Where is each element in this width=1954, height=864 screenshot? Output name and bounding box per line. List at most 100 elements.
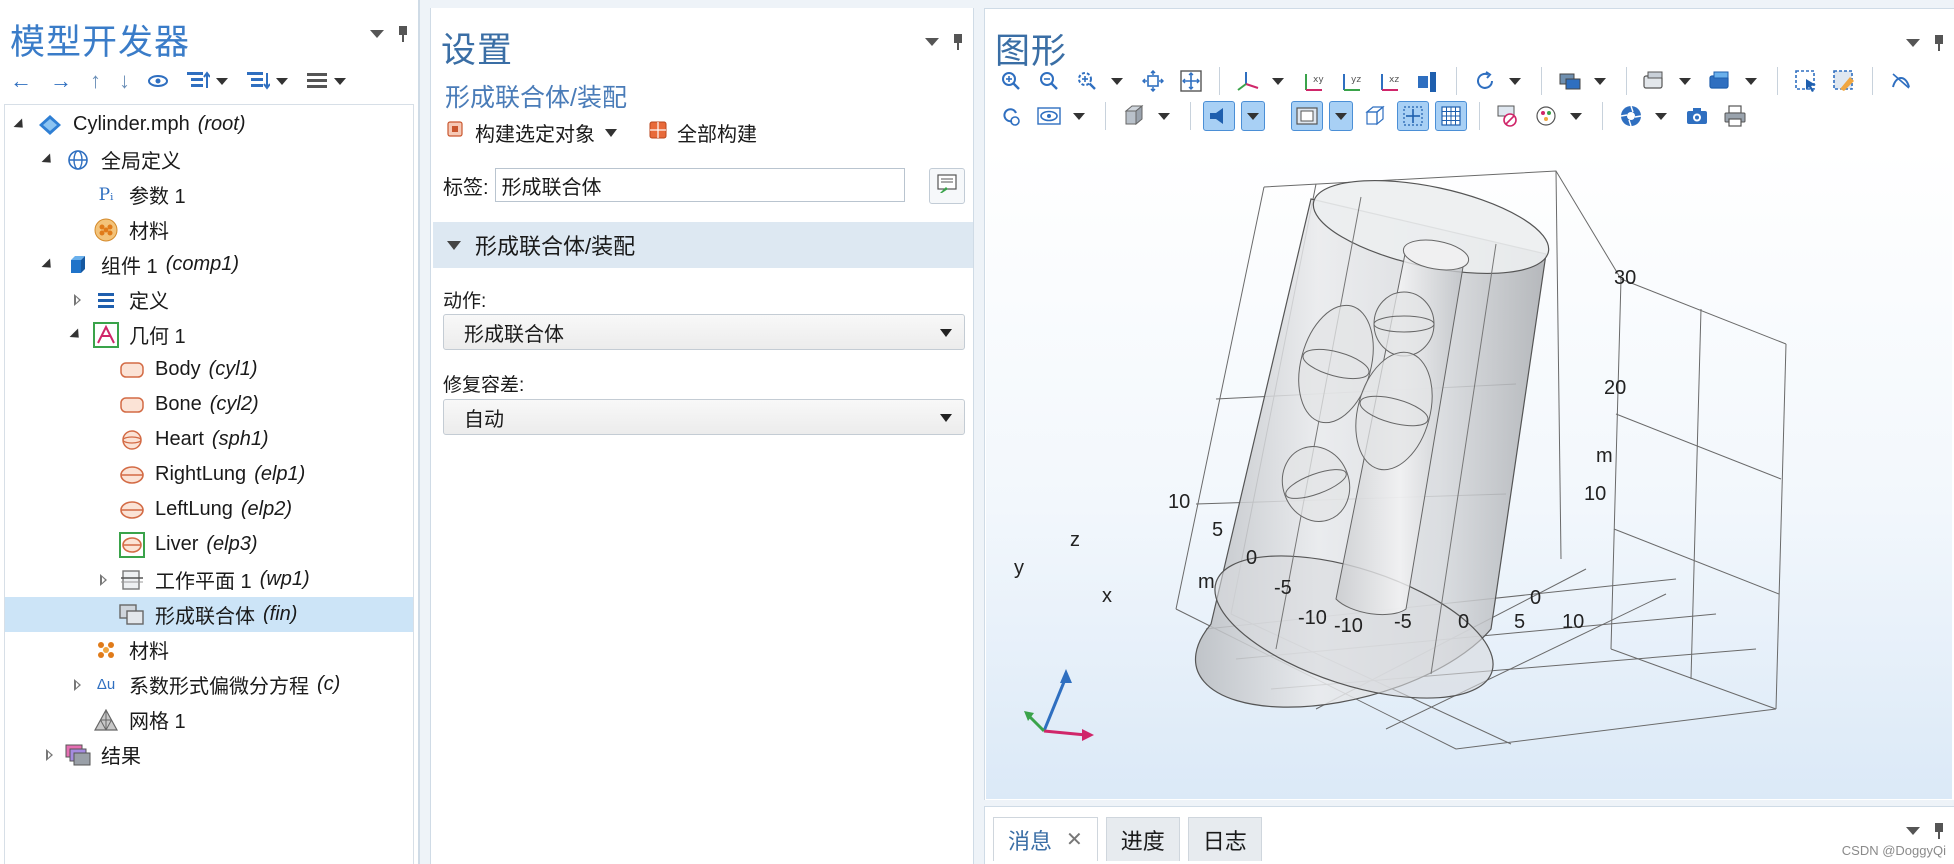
zoom-to-fit-icon[interactable] bbox=[1175, 66, 1207, 96]
graphics-viewport[interactable]: z y x -10 -5 0 5 10 10 5 0 -5 -10 m 30 2… bbox=[986, 149, 1952, 799]
tree-node-results[interactable]: 结果 bbox=[5, 737, 413, 772]
tree-node-geometry[interactable]: 几何 1 bbox=[5, 317, 413, 352]
tree-node-component-materials[interactable]: 材料 bbox=[5, 632, 413, 667]
light-menu-caret-button[interactable] bbox=[1241, 101, 1265, 131]
expander-closed-icon[interactable] bbox=[69, 677, 85, 693]
tree-node-body[interactable]: Body (cyl1) bbox=[5, 352, 413, 387]
render-menu-caret[interactable] bbox=[1158, 112, 1170, 120]
reset-view-icon[interactable] bbox=[995, 101, 1027, 131]
rotate-icon[interactable] bbox=[1469, 66, 1501, 96]
show-axis-icon[interactable] bbox=[1397, 101, 1429, 131]
panel-menu-icon[interactable] bbox=[1906, 39, 1920, 47]
action-select[interactable]: 形成联合体 bbox=[443, 314, 965, 350]
tree-node-global-materials[interactable]: 材料 bbox=[5, 212, 413, 247]
pin-icon[interactable] bbox=[953, 34, 963, 50]
wireframe-icon[interactable] bbox=[1359, 101, 1391, 131]
tab-log[interactable]: 日志 bbox=[1187, 817, 1262, 861]
expander-closed-icon[interactable] bbox=[95, 572, 111, 588]
scene-light-toggle-icon[interactable] bbox=[1203, 101, 1235, 131]
hide-menu-caret[interactable] bbox=[1679, 77, 1691, 85]
show-objects-icon[interactable] bbox=[1705, 66, 1737, 96]
show-menu-caret[interactable] bbox=[1745, 77, 1757, 85]
views-menu-caret[interactable] bbox=[1272, 77, 1284, 85]
expander-open-icon[interactable] bbox=[41, 257, 57, 273]
tree-node-work-plane[interactable]: 工作平面 1 (wp1) bbox=[5, 562, 413, 597]
tree-node-bone[interactable]: Bone (cyl2) bbox=[5, 387, 413, 422]
tree-node-definitions[interactable]: 定义 bbox=[5, 282, 413, 317]
tree-node-parameters[interactable]: Pᵢ 参数 1 bbox=[5, 177, 413, 212]
tree-node-mesh[interactable]: 网格 1 bbox=[5, 702, 413, 737]
section-form-union[interactable]: 形成联合体/装配 bbox=[433, 222, 973, 268]
expand-sections-caret[interactable] bbox=[216, 77, 228, 85]
pin-icon[interactable] bbox=[398, 26, 408, 42]
expander-open-icon[interactable] bbox=[41, 152, 57, 168]
move-down-icon[interactable]: ↓ bbox=[119, 68, 130, 94]
expander-open-icon[interactable] bbox=[69, 327, 85, 343]
build-selected-caret[interactable] bbox=[605, 128, 617, 137]
repair-tolerance-select[interactable]: 自动 bbox=[443, 399, 965, 435]
show-icon[interactable] bbox=[148, 74, 168, 88]
transparency-cube-icon[interactable] bbox=[1118, 101, 1150, 131]
zoom-box-icon[interactable] bbox=[1071, 66, 1103, 96]
transparency-toggle-icon[interactable] bbox=[1291, 101, 1323, 131]
pin-icon[interactable] bbox=[1934, 823, 1944, 839]
panel-menu-icon[interactable] bbox=[1906, 827, 1920, 835]
back-arrow-icon[interactable]: ← bbox=[10, 68, 32, 94]
forward-arrow-icon[interactable]: → bbox=[50, 68, 72, 94]
section-collapse-icon[interactable] bbox=[447, 240, 461, 250]
tab-messages[interactable]: 消息 ✕ bbox=[993, 817, 1098, 861]
label-edit-button[interactable] bbox=[929, 168, 965, 204]
tree-node-component[interactable]: 组件 1 (comp1) bbox=[5, 247, 413, 282]
panel-menu-icon[interactable] bbox=[370, 30, 384, 38]
build-all-button[interactable]: 全部构建 bbox=[649, 118, 757, 147]
close-icon[interactable]: ✕ bbox=[1066, 827, 1083, 852]
expander-closed-icon[interactable] bbox=[41, 747, 57, 763]
zoom-in-icon[interactable] bbox=[995, 66, 1027, 96]
select-box-icon[interactable] bbox=[1790, 66, 1822, 96]
expand-sections-icon[interactable] bbox=[186, 70, 228, 92]
hide-for-geometry-icon[interactable] bbox=[1639, 66, 1671, 96]
select-menu-caret[interactable] bbox=[1594, 77, 1606, 85]
clear-selection-list-icon[interactable] bbox=[1492, 101, 1524, 131]
label-input[interactable] bbox=[494, 168, 905, 202]
xy-plane-view-icon[interactable]: xy bbox=[1298, 66, 1330, 96]
more-icon[interactable] bbox=[306, 71, 346, 91]
tree-node-rightlung[interactable]: RightLung (elp1) bbox=[5, 457, 413, 492]
default-view-icon[interactable] bbox=[1232, 66, 1264, 96]
clear-selection-icon[interactable] bbox=[1885, 66, 1917, 96]
camera-icon[interactable] bbox=[1681, 101, 1713, 131]
tree-node-pde[interactable]: Δu 系数形式偏微分方程 (c) bbox=[5, 667, 413, 702]
tree-node-root[interactable]: Cylinder.mph (root) bbox=[5, 107, 413, 142]
more-caret[interactable] bbox=[334, 77, 346, 85]
tree-node-form-union[interactable]: 形成联合体 (fin) bbox=[5, 597, 413, 632]
tab-progress[interactable]: 进度 bbox=[1105, 817, 1180, 861]
tree-node-liver[interactable]: Liver (elp3) bbox=[5, 527, 413, 562]
tree-node-global-definitions[interactable]: 全局定义 bbox=[5, 142, 413, 177]
yz-plane-view-icon[interactable]: yz bbox=[1336, 66, 1368, 96]
visibility-icon[interactable] bbox=[1033, 101, 1065, 131]
tree-node-heart[interactable]: Heart (sph1) bbox=[5, 422, 413, 457]
aperture-menu-caret[interactable] bbox=[1655, 112, 1667, 120]
zoom-extents-icon[interactable] bbox=[1137, 66, 1169, 96]
zoom-out-icon[interactable] bbox=[1033, 66, 1065, 96]
expander-closed-icon[interactable] bbox=[69, 292, 85, 308]
move-up-icon[interactable]: ↑ bbox=[90, 68, 101, 94]
xz-plane-view-icon[interactable]: xz bbox=[1374, 66, 1406, 96]
collapse-sections-icon[interactable] bbox=[246, 70, 288, 92]
color-legend-icon[interactable] bbox=[1530, 101, 1562, 131]
deselect-box-icon[interactable] bbox=[1828, 66, 1860, 96]
transparency-menu-caret-button[interactable] bbox=[1329, 101, 1353, 131]
color-menu-caret[interactable] bbox=[1570, 112, 1582, 120]
panel-menu-icon[interactable] bbox=[925, 38, 939, 46]
visibility-menu-caret[interactable] bbox=[1073, 112, 1085, 120]
collapse-sections-caret[interactable] bbox=[276, 77, 288, 85]
zoom-menu-caret[interactable] bbox=[1111, 77, 1123, 85]
aperture-icon[interactable] bbox=[1615, 101, 1647, 131]
scene-light-icon[interactable] bbox=[1412, 66, 1444, 96]
expander-open-icon[interactable] bbox=[13, 117, 29, 133]
pin-icon[interactable] bbox=[1934, 35, 1944, 51]
print-icon[interactable] bbox=[1719, 101, 1751, 131]
show-grid-icon[interactable] bbox=[1435, 101, 1467, 131]
select-objects-icon[interactable] bbox=[1554, 66, 1586, 96]
build-selected-button[interactable]: 构建选定对象 bbox=[447, 118, 617, 147]
